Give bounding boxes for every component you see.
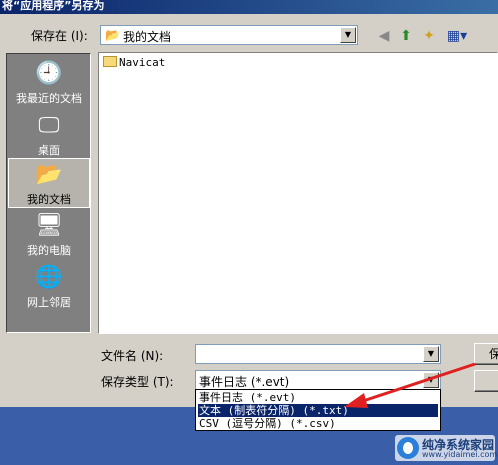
- file-list[interactable]: Navicat: [98, 52, 498, 334]
- places-bar: 🕘 我最近的文档 🖵 桌面 📂 我的文档 🖥 我的电脑 🌐 网上邻居: [6, 53, 91, 333]
- place-my-computer[interactable]: 🖥 我的电脑: [8, 210, 90, 260]
- desktop-icon: 🖵: [38, 113, 60, 138]
- chevron-down-icon[interactable]: ▼: [340, 27, 356, 43]
- filename-label: 文件名 (N):: [101, 349, 164, 363]
- list-item[interactable]: Navicat: [103, 56, 165, 69]
- place-label: 我的文档: [27, 193, 71, 206]
- place-label: 我最近的文档: [16, 92, 82, 105]
- filetype-option[interactable]: CSV (逗号分隔) (*.csv): [198, 417, 438, 430]
- back-icon[interactable]: ◀: [374, 26, 394, 46]
- view-menu-icon[interactable]: ▦▾: [444, 26, 470, 46]
- filetype-label: 保存类型 (T):: [101, 375, 174, 389]
- save-in-label: 保存在 (I):: [31, 29, 88, 43]
- place-desktop[interactable]: 🖵 桌面: [8, 110, 90, 160]
- file-name: Navicat: [119, 56, 166, 69]
- window-title: 将“应用程序”另存为: [0, 0, 498, 14]
- network-places-icon: 🌐: [35, 265, 63, 290]
- up-folder-icon[interactable]: ⬆: [396, 26, 416, 46]
- watermark-logo-icon: [397, 437, 419, 459]
- place-label: 桌面: [38, 144, 60, 157]
- watermark-url: www.yidaimei.com: [422, 450, 498, 459]
- recent-documents-icon: 🕘: [35, 61, 63, 86]
- save-in-dropdown[interactable]: 📂 我的文档 ▼: [100, 25, 358, 45]
- place-network[interactable]: 🌐 网上邻居: [8, 262, 90, 312]
- annotation-arrow: [344, 362, 476, 408]
- my-documents-icon: 📂: [35, 162, 63, 187]
- documents-folder-icon: 📂: [105, 28, 120, 42]
- new-folder-icon[interactable]: ✦: [419, 26, 439, 46]
- place-label: 网上邻居: [27, 296, 71, 309]
- folder-icon: [103, 56, 117, 67]
- place-recent[interactable]: 🕘 我最近的文档: [8, 58, 90, 108]
- place-my-documents[interactable]: 📂 我的文档: [8, 158, 90, 208]
- save-in-value: 我的文档: [123, 30, 172, 44]
- my-computer-icon: 🖥: [35, 213, 63, 238]
- place-label: 我的电脑: [27, 244, 71, 257]
- filetype-value: 事件日志 (*.evt): [199, 375, 290, 389]
- watermark: 纯净系统家园 www.yidaimei.com: [395, 435, 498, 461]
